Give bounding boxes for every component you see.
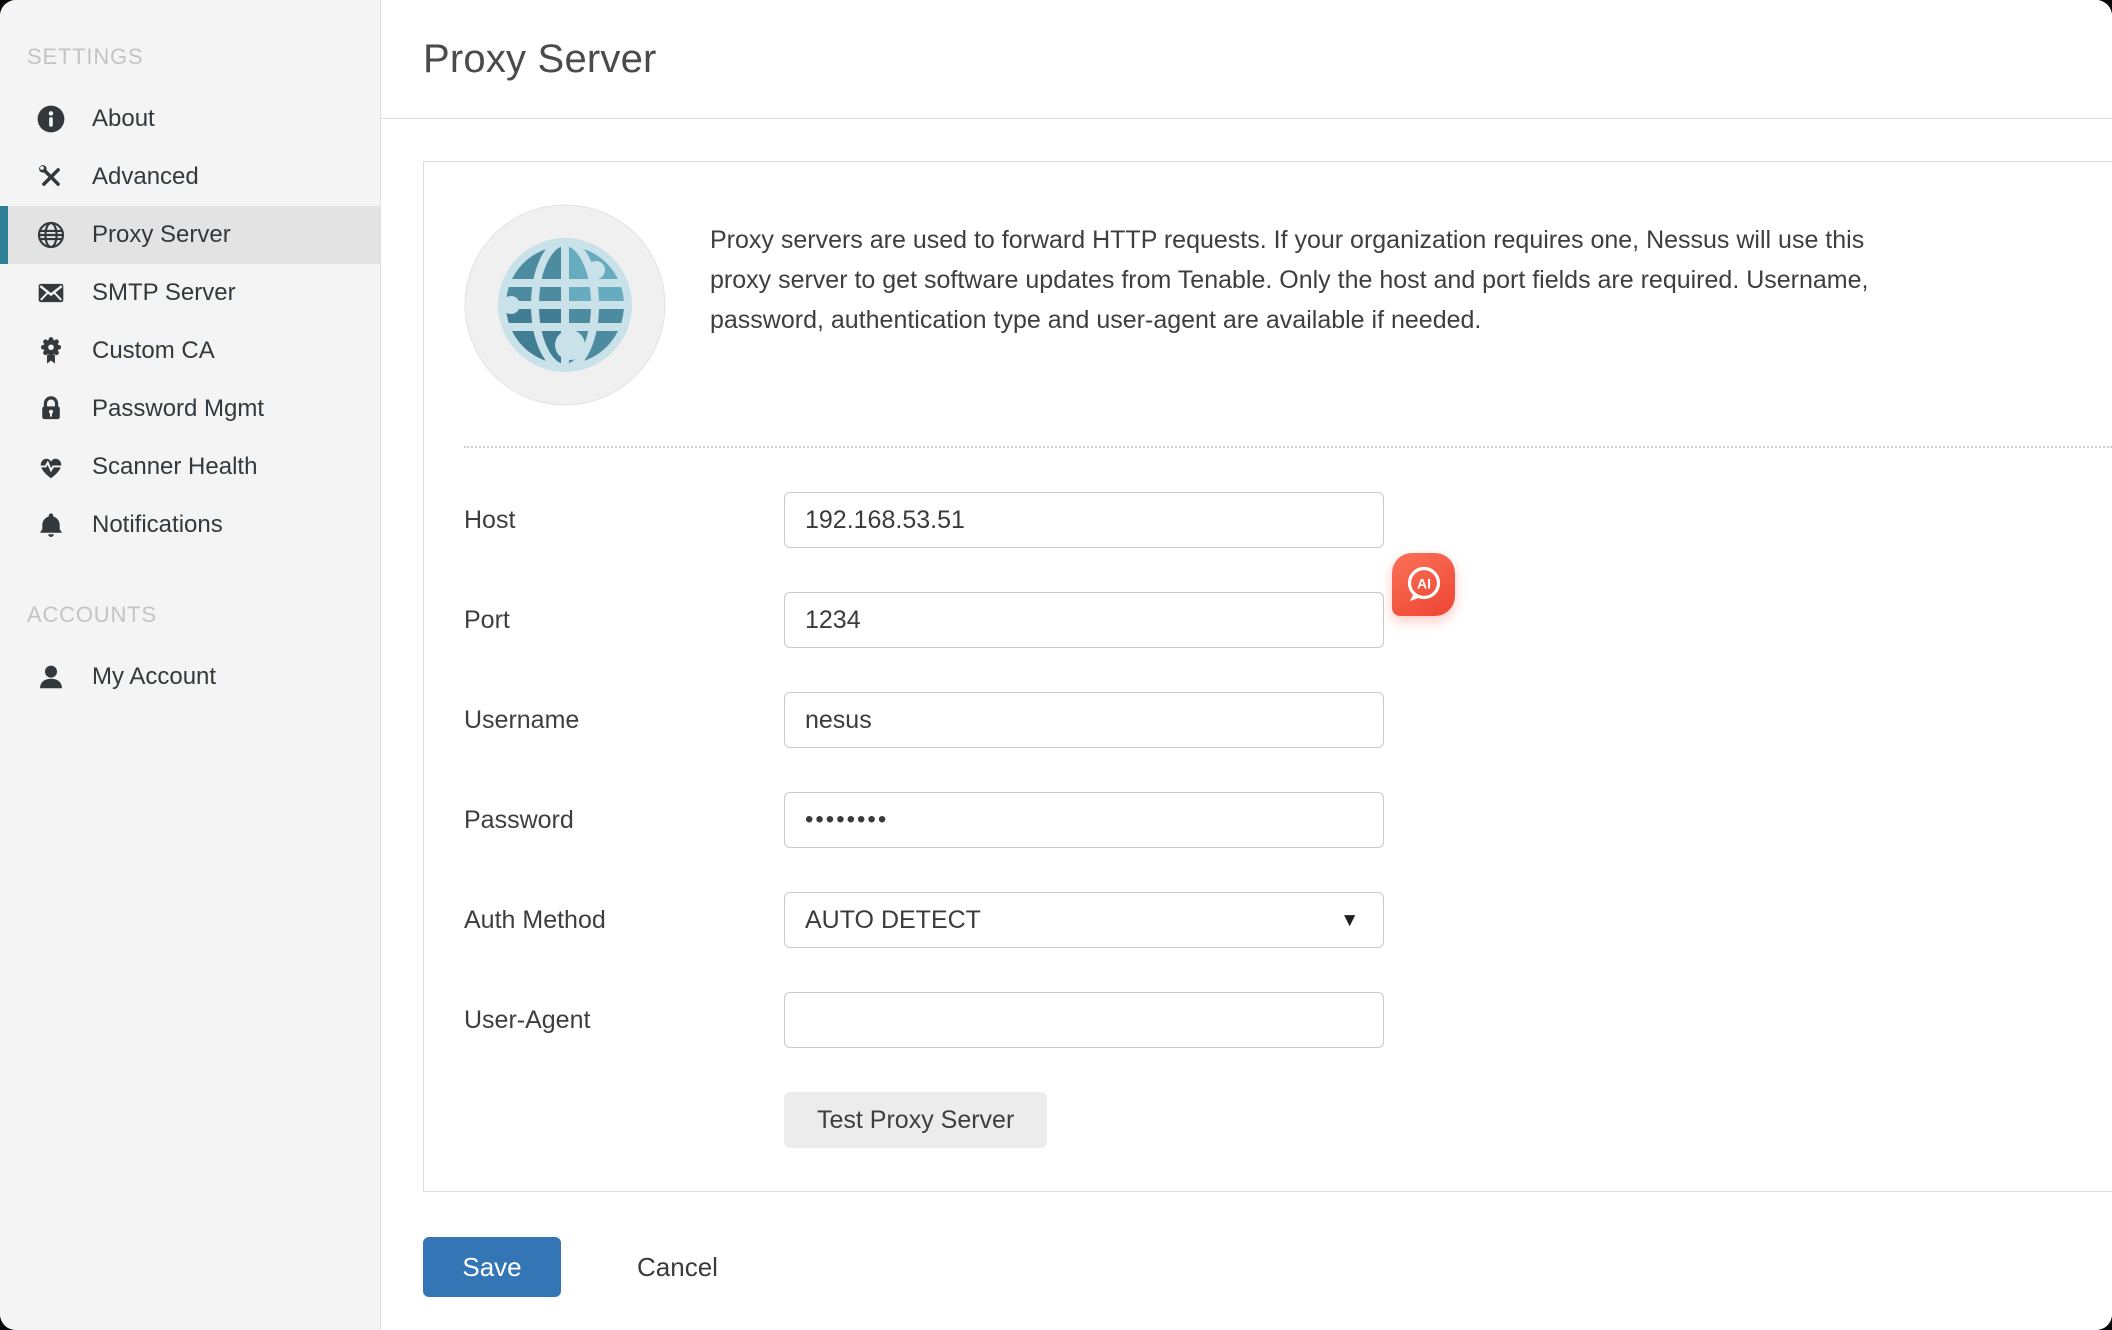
auth-method-row: Auth Method AUTO DETECT ▼ — [464, 892, 2112, 948]
username-label: Username — [464, 706, 784, 735]
settings-section-label: SETTINGS — [0, 44, 380, 70]
cancel-button[interactable]: Cancel — [631, 1251, 724, 1284]
sidebar-item-my-account[interactable]: My Account — [0, 648, 380, 706]
sidebar-item-notifications[interactable]: Notifications — [0, 496, 380, 554]
accounts-section-label: ACCOUNTS — [0, 602, 380, 628]
host-row: Host — [464, 492, 2112, 548]
globe-avatar — [464, 204, 666, 406]
auth-method-value: AUTO DETECT — [805, 906, 981, 935]
auth-method-select[interactable]: AUTO DETECT ▼ — [784, 892, 1384, 948]
page-header: Proxy Server — [381, 0, 2112, 119]
lock-icon — [36, 394, 70, 424]
settings-sidebar: SETTINGS About Advanced Proxy Server — [0, 0, 381, 1330]
sidebar-item-label: Proxy Server — [92, 221, 231, 249]
host-input[interactable] — [784, 492, 1384, 548]
sidebar-item-label: SMTP Server — [92, 279, 236, 307]
globe-icon — [36, 220, 70, 250]
password-label: Password — [464, 806, 784, 835]
port-input[interactable] — [784, 592, 1384, 648]
app-window: SETTINGS About Advanced Proxy Server — [0, 0, 2112, 1330]
ai-bubble-icon: AI — [1401, 562, 1447, 608]
envelope-icon — [36, 278, 70, 308]
sidebar-item-label: About — [92, 105, 155, 133]
username-input[interactable] — [784, 692, 1384, 748]
sidebar-item-advanced[interactable]: Advanced — [0, 148, 380, 206]
sidebar-item-label: Custom CA — [92, 337, 215, 365]
bell-icon — [36, 510, 70, 540]
user-icon — [36, 662, 70, 692]
auth-method-label: Auth Method — [464, 906, 784, 935]
sidebar-item-scanner-health[interactable]: Scanner Health — [0, 438, 380, 496]
panel-description: Proxy servers are used to forward HTTP r… — [710, 220, 1920, 340]
main-content: Proxy Server — [381, 0, 2112, 1330]
sidebar-item-proxy-server[interactable]: Proxy Server — [0, 206, 380, 264]
sidebar-item-password-mgmt[interactable]: Password Mgmt — [0, 380, 380, 438]
sidebar-item-smtp-server[interactable]: SMTP Server — [0, 264, 380, 322]
port-label: Port — [464, 606, 784, 635]
save-button[interactable]: Save — [423, 1237, 561, 1297]
sidebar-item-label: Password Mgmt — [92, 395, 264, 423]
page-title: Proxy Server — [423, 37, 657, 82]
form-actions: Save Cancel — [423, 1237, 2112, 1297]
ai-assistant-badge[interactable]: AI — [1392, 553, 1455, 616]
sidebar-item-label: My Account — [92, 663, 216, 691]
username-row: Username — [464, 692, 2112, 748]
heart-pulse-icon — [36, 452, 70, 482]
info-icon — [36, 104, 70, 134]
password-row: Password — [464, 792, 2112, 848]
port-row: Port — [464, 592, 2112, 648]
sidebar-item-label: Scanner Health — [92, 453, 257, 481]
test-proxy-server-button[interactable]: Test Proxy Server — [784, 1092, 1047, 1148]
sidebar-item-custom-ca[interactable]: Custom CA — [0, 322, 380, 380]
panel-intro: Proxy servers are used to forward HTTP r… — [464, 204, 2112, 406]
password-input[interactable] — [784, 792, 1384, 848]
user-agent-label: User-Agent — [464, 1006, 784, 1035]
sidebar-item-label: Advanced — [92, 163, 199, 191]
dotted-divider — [464, 446, 2112, 448]
tools-icon — [36, 162, 70, 192]
desktop-backdrop: SETTINGS About Advanced Proxy Server — [0, 0, 2112, 1330]
ai-badge-label: AI — [1417, 575, 1431, 591]
user-agent-input[interactable] — [784, 992, 1384, 1048]
proxy-settings-panel: Proxy servers are used to forward HTTP r… — [423, 161, 2112, 1192]
proxy-settings-content: Proxy servers are used to forward HTTP r… — [381, 161, 2112, 1297]
sidebar-item-label: Notifications — [92, 511, 223, 539]
host-label: Host — [464, 506, 784, 535]
chevron-down-icon: ▼ — [1340, 911, 1359, 930]
test-proxy-row: Test Proxy Server — [464, 1092, 2112, 1148]
sidebar-item-about[interactable]: About — [0, 90, 380, 148]
user-agent-row: User-Agent — [464, 992, 2112, 1048]
certificate-icon — [36, 336, 70, 366]
